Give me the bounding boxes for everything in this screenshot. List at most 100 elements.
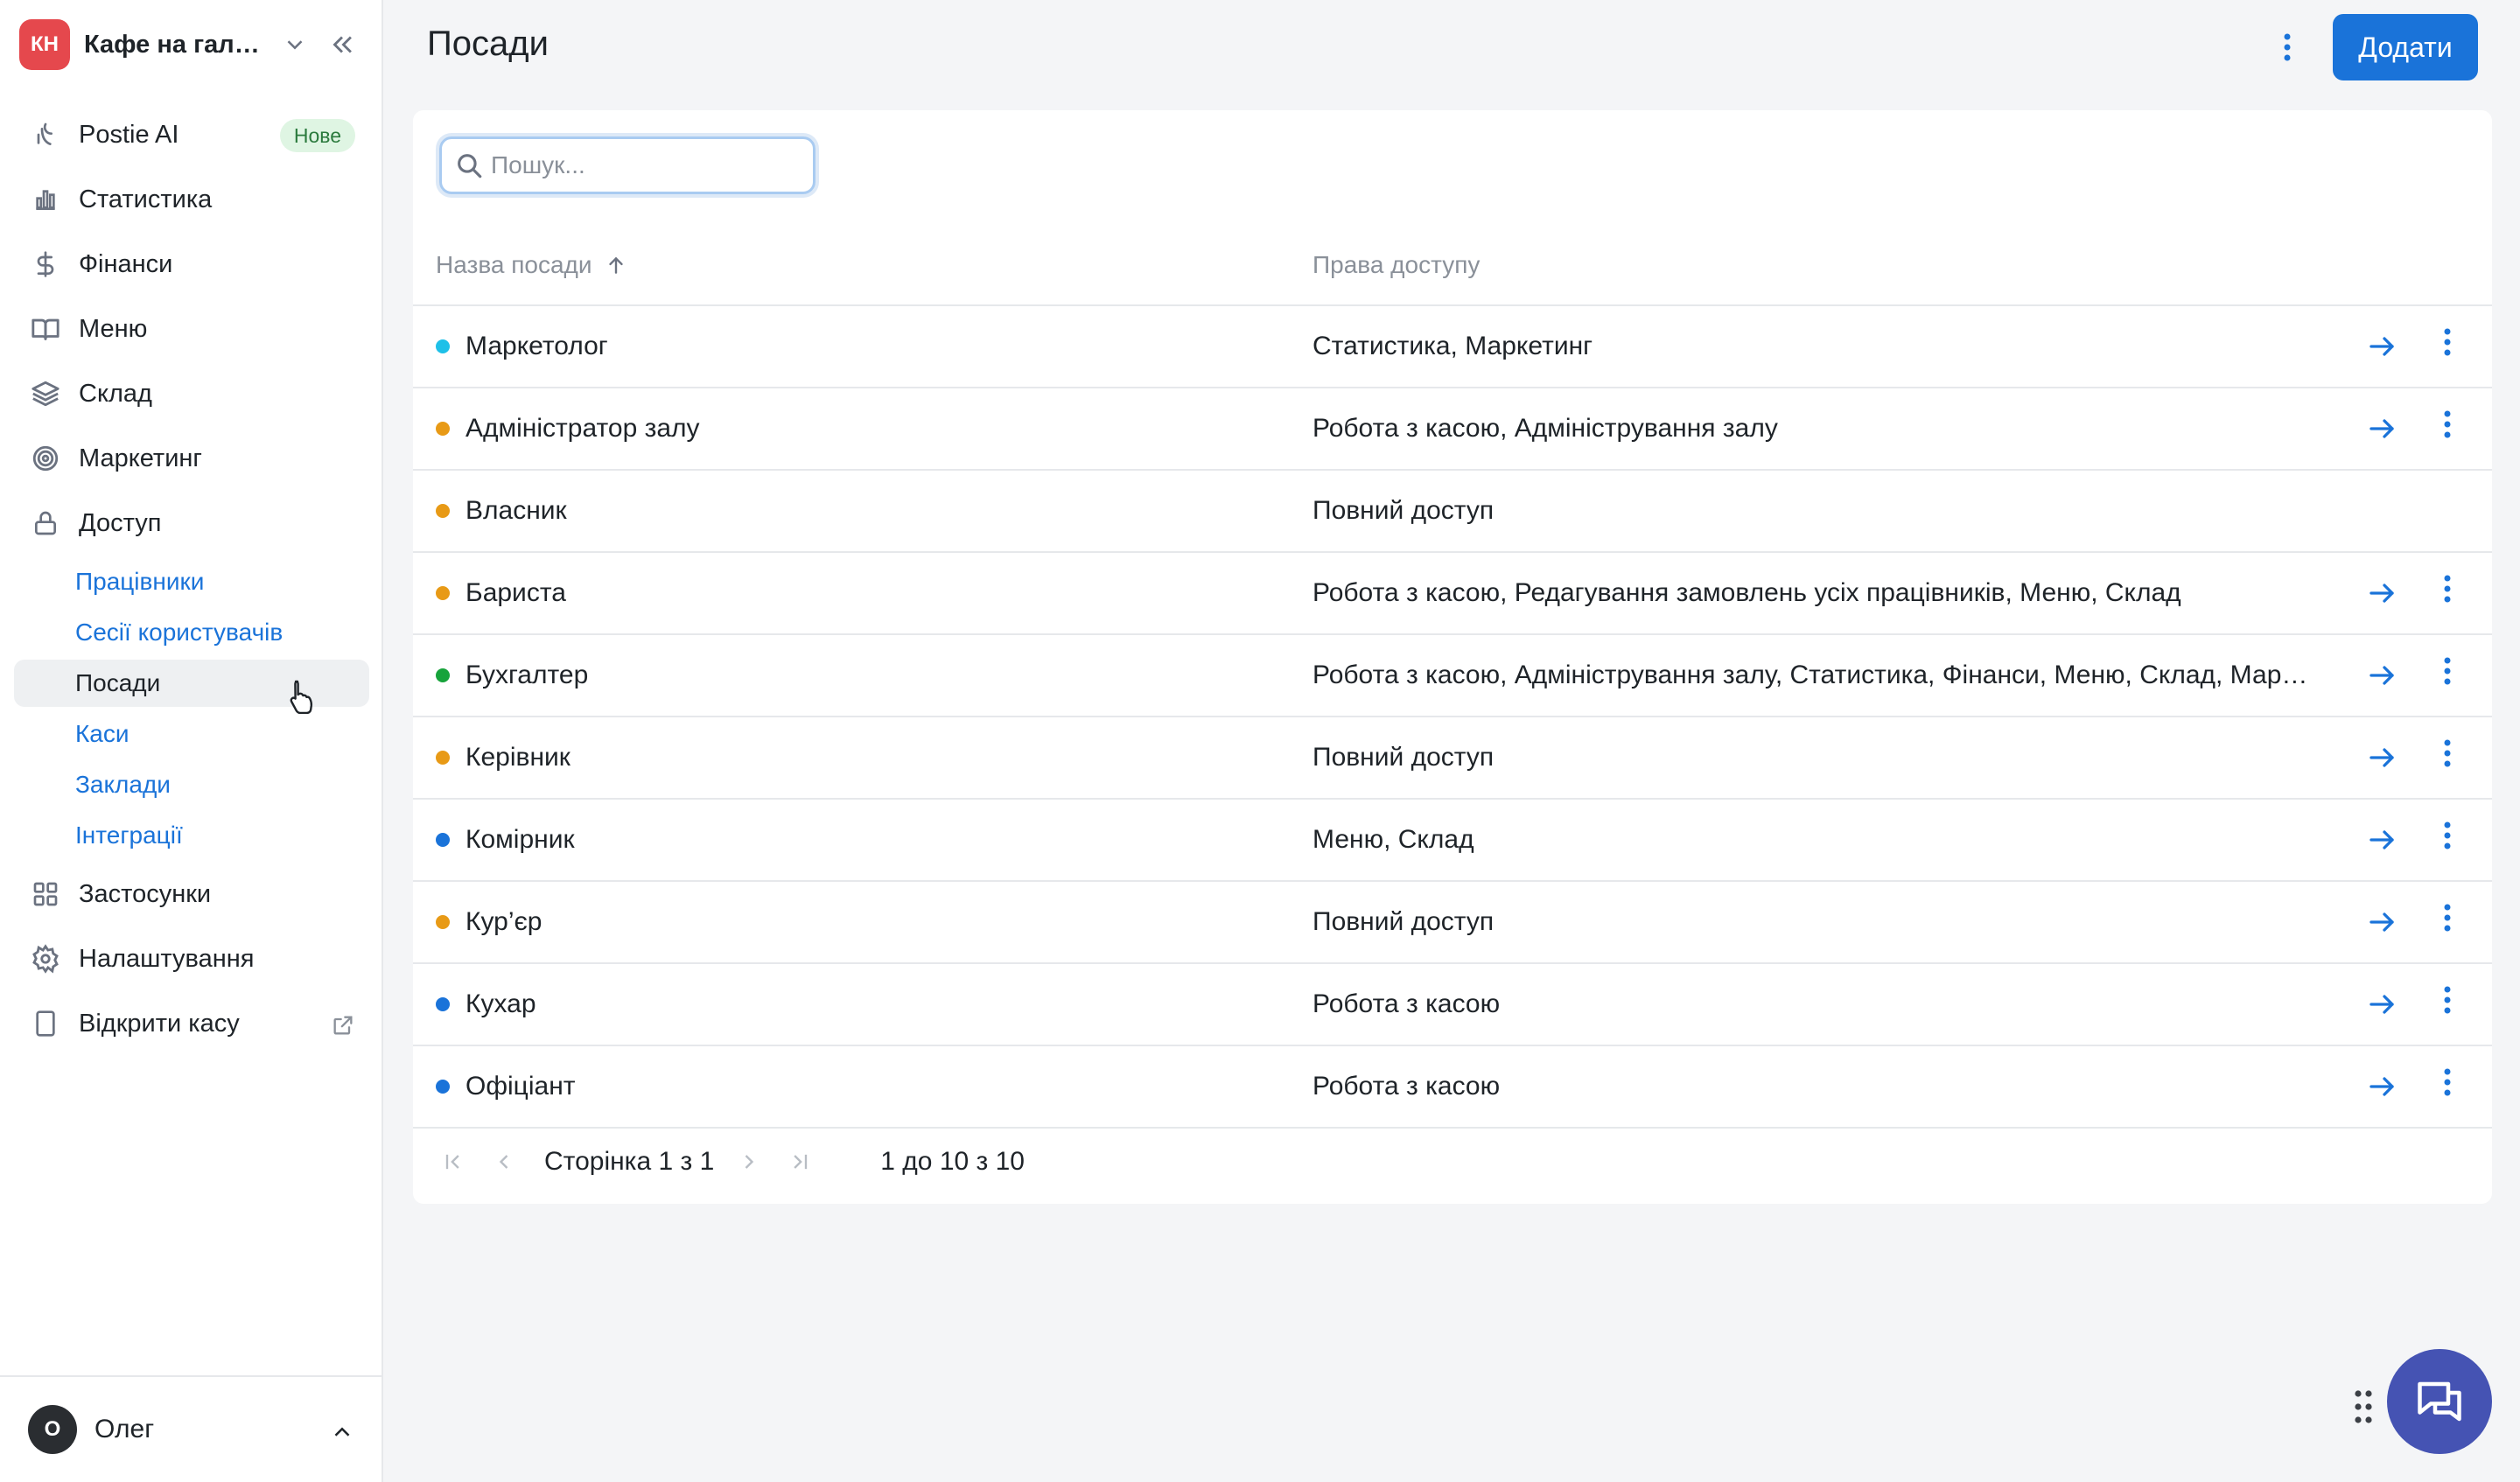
user-name: Олег bbox=[94, 1415, 155, 1444]
sidebar-item-label: Налаштування bbox=[79, 944, 255, 973]
tablet-icon bbox=[28, 1006, 63, 1041]
position-color-dot bbox=[436, 997, 450, 1011]
table-row[interactable]: Офіціант Робота з касою bbox=[413, 1046, 2492, 1129]
sidebar-item-postie-ai[interactable]: Postie AI Нове bbox=[14, 103, 369, 166]
sidebar-item-menu[interactable]: Меню bbox=[14, 297, 369, 360]
sidebar-subitem-employees[interactable]: Працівники bbox=[14, 558, 369, 605]
sidebar-subitem-positions[interactable]: Посади bbox=[14, 660, 369, 707]
arrow-right-icon[interactable] bbox=[2366, 660, 2398, 691]
table-row[interactable]: Бухгалтер Робота з касою, Адміністрування… bbox=[413, 635, 2492, 717]
table-row[interactable]: Бариста Робота з касою, Редагування замов… bbox=[413, 553, 2492, 635]
sidebar-item-label: Postie AI bbox=[79, 120, 179, 149]
search-input[interactable] bbox=[491, 151, 780, 179]
sidebar: КН Кафе на галявині Postie AI Нове Стати… bbox=[0, 0, 383, 1482]
table-row[interactable]: Керівник Повний доступ bbox=[413, 717, 2492, 800]
new-badge: Нове bbox=[279, 119, 355, 152]
last-page-icon[interactable] bbox=[782, 1144, 817, 1179]
arrow-right-icon[interactable] bbox=[2366, 989, 2398, 1020]
sidebar-subitem-establishments[interactable]: Заклади bbox=[14, 761, 369, 808]
position-permissions: Повний доступ bbox=[1312, 743, 1494, 772]
sidebar-item-statistics[interactable]: Статистика bbox=[14, 168, 369, 231]
sidebar-subitem-user-sessions[interactable]: Сесії користувачів bbox=[14, 609, 369, 656]
more-options-button[interactable] bbox=[2264, 14, 2310, 80]
column-header-name[interactable]: Назва посади bbox=[436, 243, 627, 287]
user-menu[interactable]: О Олег bbox=[0, 1375, 383, 1482]
vertical-dots-icon bbox=[2283, 32, 2292, 62]
sidebar-item-finance[interactable]: Фінанси bbox=[14, 233, 369, 296]
arrow-right-icon[interactable] bbox=[2366, 331, 2398, 362]
position-permissions: Робота з касою bbox=[1312, 989, 1501, 1018]
position-name: Кухар bbox=[466, 989, 536, 1018]
table-row[interactable]: Кухар Робота з касою bbox=[413, 964, 2492, 1046]
arrow-right-icon[interactable] bbox=[2366, 906, 2398, 938]
position-name: Власник bbox=[466, 496, 567, 525]
gear-icon bbox=[28, 941, 63, 976]
table-row[interactable]: Адміністратор залу Робота з касою, Адміні… bbox=[413, 388, 2492, 471]
sidebar-item-apps[interactable]: Застосунки bbox=[14, 863, 369, 926]
row-more-icon[interactable] bbox=[2443, 985, 2452, 1015]
chat-support-button[interactable] bbox=[2387, 1349, 2492, 1454]
target-icon bbox=[28, 441, 63, 476]
layers-icon bbox=[28, 376, 63, 411]
sidebar-item-label: Відкрити касу bbox=[79, 1009, 240, 1038]
collapse-sidebar-icon[interactable] bbox=[327, 30, 357, 59]
previous-page-icon[interactable] bbox=[486, 1144, 522, 1179]
chevron-up-icon[interactable] bbox=[329, 1419, 355, 1445]
avatar: О bbox=[28, 1405, 77, 1454]
search-icon bbox=[454, 150, 484, 180]
position-name: Адміністратор залу bbox=[466, 414, 700, 443]
position-permissions: Робота з касою, Адміністрування залу bbox=[1312, 414, 1778, 443]
sidebar-subitem-cash-registers[interactable]: Каси bbox=[14, 710, 369, 758]
sidebar-item-label: Меню bbox=[79, 314, 148, 343]
position-permissions: Робота з касою bbox=[1312, 1072, 1501, 1101]
venue-name: Кафе на галявині bbox=[84, 30, 268, 59]
external-link-icon bbox=[331, 1013, 355, 1038]
position-permissions: Повний доступ bbox=[1312, 496, 1494, 525]
arrow-right-icon[interactable] bbox=[2366, 1071, 2398, 1102]
position-name: Керівник bbox=[466, 743, 570, 772]
sidebar-item-open-pos[interactable]: Відкрити касу bbox=[14, 992, 369, 1055]
position-permissions: Повний доступ bbox=[1312, 907, 1494, 936]
sidebar-item-label: Склад bbox=[79, 379, 152, 408]
add-button[interactable]: Додати bbox=[2333, 14, 2478, 80]
chat-icon bbox=[2413, 1375, 2466, 1428]
row-more-icon[interactable] bbox=[2443, 574, 2452, 604]
sidebar-subitem-integrations[interactable]: Інтеграції bbox=[14, 812, 369, 859]
search-box bbox=[439, 136, 816, 194]
row-more-icon[interactable] bbox=[2443, 327, 2452, 357]
column-header-label: Назва посади bbox=[436, 251, 592, 278]
venue-switcher[interactable]: КН Кафе на галявині bbox=[19, 19, 362, 70]
hand-cursor-icon bbox=[289, 679, 315, 714]
arrow-right-icon[interactable] bbox=[2366, 413, 2398, 444]
sidebar-item-marketing[interactable]: Маркетинг bbox=[14, 427, 369, 490]
drag-handle-icon[interactable] bbox=[2354, 1389, 2373, 1424]
sidebar-item-access[interactable]: Доступ bbox=[14, 492, 369, 555]
row-more-icon[interactable] bbox=[2443, 1067, 2452, 1097]
first-page-icon[interactable] bbox=[436, 1144, 471, 1179]
chevron-down-icon[interactable] bbox=[282, 31, 308, 58]
sidebar-item-warehouse[interactable]: Склад bbox=[14, 362, 369, 425]
table-row[interactable]: Власник Повний доступ bbox=[413, 471, 2492, 553]
row-count: 1 до 10 з 10 bbox=[880, 1147, 1025, 1176]
sidebar-item-label: Статистика bbox=[79, 185, 213, 213]
postie-ai-icon bbox=[28, 117, 63, 152]
position-color-dot bbox=[436, 1080, 450, 1094]
sidebar-item-label: Маркетинг bbox=[79, 444, 202, 472]
row-more-icon[interactable] bbox=[2443, 903, 2452, 933]
arrow-right-icon[interactable] bbox=[2366, 577, 2398, 609]
position-color-dot bbox=[436, 586, 450, 600]
page-title: Посади bbox=[427, 24, 549, 63]
table-row[interactable]: Кур’єр Повний доступ bbox=[413, 882, 2492, 964]
arrow-right-icon[interactable] bbox=[2366, 742, 2398, 773]
dollar-icon bbox=[28, 247, 63, 282]
sidebar-item-settings[interactable]: Налаштування bbox=[14, 927, 369, 990]
table-row[interactable]: Комірник Меню, Склад bbox=[413, 800, 2492, 882]
table-row[interactable]: Маркетолог Статистика, Маркетинг bbox=[413, 306, 2492, 388]
row-more-icon[interactable] bbox=[2443, 409, 2452, 439]
row-more-icon[interactable] bbox=[2443, 738, 2452, 768]
row-more-icon[interactable] bbox=[2443, 821, 2452, 850]
next-page-icon[interactable] bbox=[732, 1144, 766, 1179]
lock-icon bbox=[28, 506, 63, 541]
arrow-right-icon[interactable] bbox=[2366, 824, 2398, 856]
row-more-icon[interactable] bbox=[2443, 656, 2452, 686]
